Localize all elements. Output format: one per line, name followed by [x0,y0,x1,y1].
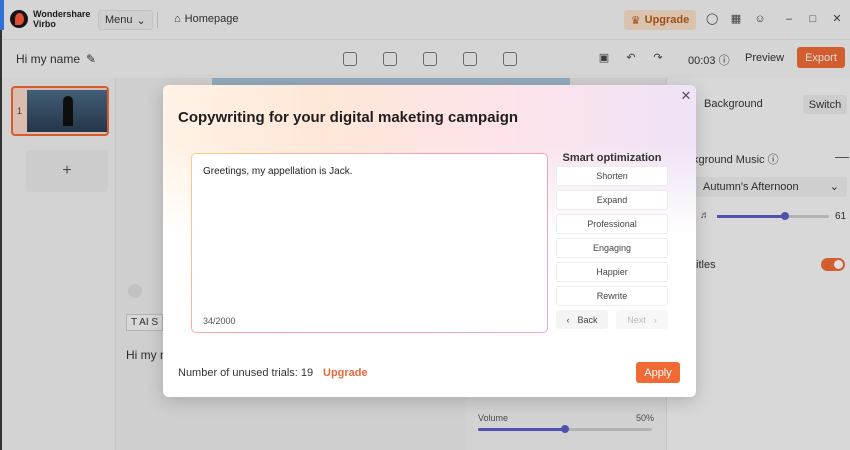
rewrite-button[interactable]: Rewrite [556,286,668,306]
unused-trials-text: Number of unused trials: 19 [178,367,314,379]
professional-button[interactable]: Professional [556,214,668,234]
next-label: Next [627,314,646,325]
smart-optimization-title: Smart optimization [562,152,662,164]
copywriting-dialog: Copywriting for your digital maketing ca… [163,85,696,397]
copy-editor[interactable]: Greetings, my appellation is Jack. 34/20… [191,153,548,333]
close-icon[interactable]: ✕ [679,89,693,103]
engaging-button[interactable]: Engaging [556,238,668,258]
happier-button[interactable]: Happier [556,262,668,282]
back-button[interactable]: ‹ Back [556,310,608,329]
back-label: Back [577,314,598,325]
window-edge-accent [0,0,4,30]
upgrade-link[interactable]: Upgrade [323,367,368,379]
dialog-title: Copywriting for your digital maketing ca… [178,109,519,126]
editor-text[interactable]: Greetings, my appellation is Jack. [203,166,353,177]
window-edge [0,0,2,450]
expand-button[interactable]: Expand [556,190,668,210]
shorten-button[interactable]: Shorten [556,166,668,186]
character-count: 34/2000 [203,316,236,326]
apply-button[interactable]: Apply [636,362,680,383]
chevron-right-icon: › [653,314,657,325]
chevron-left-icon: ‹ [566,314,570,325]
next-button[interactable]: Next › [616,310,668,329]
